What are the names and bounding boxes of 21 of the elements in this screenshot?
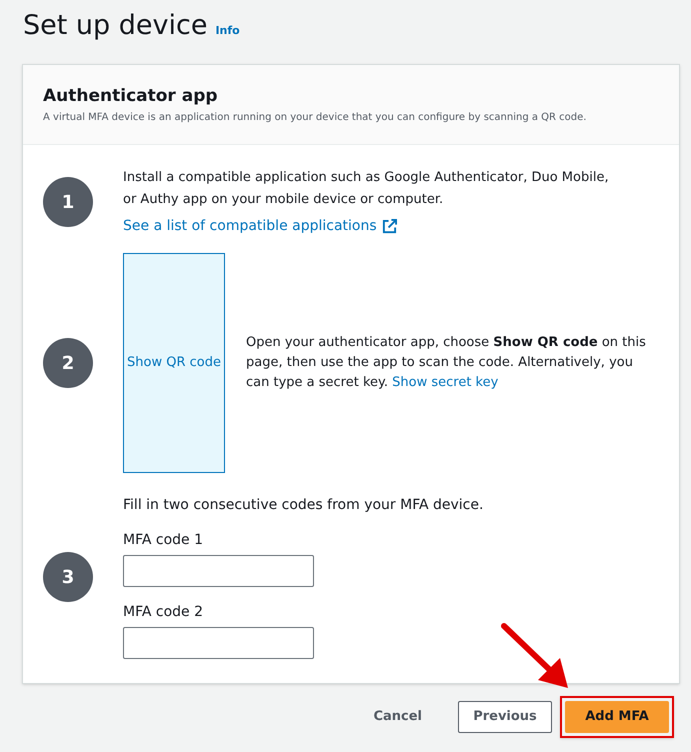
mfa-code-field[interactable] bbox=[123, 627, 314, 659]
info-link[interactable]: Info bbox=[215, 22, 240, 39]
field-label: MFA code 2 bbox=[123, 603, 203, 621]
previous-button[interactable]: Previous bbox=[458, 701, 552, 733]
cancel-button[interactable]: Cancel bbox=[353, 701, 442, 733]
step-instructions: Open your authenticator app, choose Show QR code on this page, then use the app to scan the code. Alternatively, you can type a secret key. Show secret key bbox=[246, 334, 647, 392]
card-title: Authenticator app bbox=[43, 85, 219, 107]
step-number: 1 bbox=[43, 177, 93, 227]
step-number: 3 bbox=[43, 552, 93, 602]
step-instructions: Install a compatible application such as Google Authenticator, Duo Mobile, or Authy app on your mobile device or computer. bbox=[123, 169, 610, 209]
external-link-icon bbox=[382, 218, 397, 234]
card-description: A virtual MFA device is an application running on your device that you can configure by scanning a QR code. bbox=[43, 111, 588, 125]
add-mfa-button[interactable]: Add MFA bbox=[565, 701, 669, 733]
step-number: 2 bbox=[43, 338, 93, 388]
show-secret-key-link[interactable]: Show secret key bbox=[392, 375, 498, 390]
show-qr-code-button[interactable]: Show QR code bbox=[123, 253, 225, 473]
field-label: MFA code 1 bbox=[123, 531, 203, 549]
mfa-code-field[interactable] bbox=[123, 555, 314, 587]
page-title: Set up device bbox=[23, 9, 208, 43]
step-instructions: Fill in two consecutive codes from your MFA device. bbox=[123, 496, 484, 515]
compatible-apps-link[interactable]: See a list of compatible applications bbox=[123, 215, 397, 237]
